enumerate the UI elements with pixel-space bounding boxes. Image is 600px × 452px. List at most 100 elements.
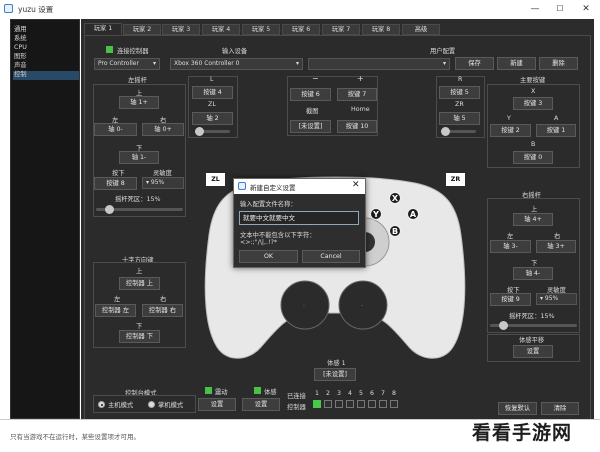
close-button[interactable]: ✕	[575, 2, 597, 16]
x-button-binding[interactable]: 按键 3	[513, 97, 553, 110]
sidebar-item-graphics[interactable]: 图形	[13, 53, 79, 62]
slot-number-2: 2	[326, 390, 331, 397]
motion1-binding-button[interactable]: [未设置]	[314, 368, 356, 381]
tab-player-6[interactable]: 玩家 6	[282, 24, 320, 35]
dpad-left-button[interactable]: 控制器 左	[95, 304, 136, 317]
docked-mode-radio[interactable]	[98, 401, 105, 408]
dialog-cancel-button[interactable]: Cancel	[302, 250, 360, 263]
sidebar-item-system[interactable]: 系统	[13, 35, 79, 44]
right-stick-right-button[interactable]: 轴 3+	[536, 240, 576, 253]
sidebar-item-controls[interactable]: 控制	[13, 71, 79, 80]
right-stick-up-button[interactable]: 轴 4+	[513, 213, 553, 226]
right-stick-down-button[interactable]: 轴 4-	[513, 267, 553, 280]
left-stick-right-button[interactable]: 轴 0+	[142, 123, 184, 136]
user-profile-select[interactable]: ▾	[308, 58, 450, 70]
home-button-binding[interactable]: 按键 10	[337, 120, 377, 133]
r-button-binding[interactable]: 按键 5	[439, 86, 480, 99]
x-graphic-button[interactable]: X	[389, 192, 401, 204]
zr-threshold-slider[interactable]	[441, 127, 476, 136]
motion-checkbox[interactable]	[254, 387, 261, 394]
dpad-right-label: 右	[160, 296, 167, 303]
home-label: Home	[351, 106, 370, 113]
left-stick-up-button[interactable]: 轴 1+	[119, 96, 159, 109]
motion-settings-bottom-button[interactable]: 设置	[242, 398, 280, 411]
b-graphic-button[interactable]: B	[389, 225, 401, 237]
tab-player-4[interactable]: 玩家 4	[202, 24, 240, 35]
zr-button-binding[interactable]: 轴 5	[439, 112, 480, 125]
player-slot-2[interactable]	[324, 400, 332, 408]
docked-mode-label: 主机模式	[108, 402, 134, 409]
player-slot-3[interactable]	[335, 400, 343, 408]
slider-knob[interactable]	[441, 127, 450, 136]
tab-player-8[interactable]: 玩家 8	[362, 24, 400, 35]
slider-knob[interactable]	[105, 205, 114, 214]
capture-button-binding[interactable]: [未设置]	[290, 120, 331, 133]
player-slot-7[interactable]	[379, 400, 387, 408]
player-slot-6[interactable]	[368, 400, 376, 408]
right-stick-right-label: 右	[554, 233, 561, 240]
dpad-right-button[interactable]: 控制器 右	[142, 304, 183, 317]
vibration-settings-button[interactable]: 设置	[198, 398, 236, 411]
dialog-ok-button[interactable]: OK	[239, 250, 298, 263]
right-stick-down-label: 下	[531, 260, 538, 267]
left-stick-press-button[interactable]: 按键 8	[94, 177, 137, 190]
slider-knob[interactable]	[195, 127, 204, 136]
b-button-binding[interactable]: 按键 0	[513, 151, 553, 164]
right-stick-left-button[interactable]: 轴 3-	[490, 240, 531, 253]
tab-player-3[interactable]: 玩家 3	[162, 24, 200, 35]
right-stick-press-button[interactable]: 按键 9	[490, 293, 531, 306]
right-stick-sensitivity-select[interactable]: ▾ 95%	[536, 293, 577, 305]
minus-button-binding[interactable]: 按键 6	[290, 88, 331, 101]
new-profile-button[interactable]: 新建	[497, 57, 536, 70]
tab-player-2[interactable]: 玩家 2	[123, 24, 161, 35]
motion-settings-button[interactable]: 设置	[513, 345, 553, 358]
connect-controller-checkbox[interactable]	[106, 46, 113, 53]
player-slot-8[interactable]	[390, 400, 398, 408]
dpad-down-button[interactable]: 控制器 下	[119, 330, 160, 343]
left-stick-sensitivity-select[interactable]: ▾ 95%	[142, 177, 184, 189]
clear-button[interactable]: 清除	[541, 402, 579, 415]
handheld-mode-radio[interactable]	[148, 401, 155, 408]
right-stick-sensitivity-value: 95%	[544, 295, 559, 302]
tab-advanced[interactable]: 高级	[402, 24, 440, 35]
vibration-checkbox[interactable]	[205, 387, 212, 394]
sidebar-item-audio[interactable]: 声音	[13, 62, 79, 71]
player-slot-1[interactable]	[313, 400, 321, 408]
zr-graphic-button[interactable]: ZR	[446, 173, 465, 186]
settings-sidebar: 通用 系统 CPU 图形 声音 控制	[10, 19, 80, 419]
zl-graphic-button[interactable]: ZL	[206, 173, 225, 186]
save-profile-button[interactable]: 保存	[455, 57, 494, 70]
player-slot-5[interactable]	[357, 400, 365, 408]
left-stick-deadzone-label: 摇杆死区：15%	[115, 196, 161, 203]
tab-player-7[interactable]: 玩家 7	[322, 24, 360, 35]
dpad-up-button[interactable]: 控制器 上	[119, 277, 160, 290]
l-button-binding[interactable]: 按键 4	[192, 86, 233, 99]
sidebar-item-general[interactable]: 通用	[13, 26, 79, 35]
zl-button-binding[interactable]: 轴 2	[192, 112, 233, 125]
tab-player-5[interactable]: 玩家 5	[242, 24, 280, 35]
profile-name-input[interactable]: 就要中文就要中文	[239, 211, 359, 225]
minimize-button[interactable]: —	[524, 2, 546, 16]
left-stick-down-button[interactable]: 轴 1-	[119, 151, 159, 164]
input-device-select[interactable]: Xbox 360 Controller 0 ▾	[170, 58, 303, 70]
tab-player-1[interactable]: 玩家 1	[84, 23, 122, 35]
maximize-button[interactable]: ☐	[549, 2, 571, 16]
delete-profile-button[interactable]: 删除	[539, 57, 578, 70]
left-stick-sensitivity-value: 95%	[150, 179, 165, 186]
y-graphic-button[interactable]: Y	[370, 208, 382, 220]
y-button-binding[interactable]: 按键 2	[490, 124, 531, 137]
sidebar-item-cpu[interactable]: CPU	[13, 44, 79, 53]
new-profile-dialog: 新建自定义设置 ✕ 输入配置文件名称： 就要中文就要中文 文本中不能包含以下字符…	[233, 178, 366, 268]
slider-knob[interactable]	[499, 321, 508, 330]
restore-defaults-button[interactable]: 恢复默认	[498, 402, 537, 415]
player-slot-4[interactable]	[346, 400, 354, 408]
right-stick-deadzone-slider[interactable]	[490, 321, 577, 330]
zl-threshold-slider[interactable]	[195, 127, 230, 136]
a-button-binding[interactable]: 按键 1	[536, 124, 576, 137]
dialog-close-icon[interactable]: ✕	[352, 180, 360, 190]
a-graphic-button[interactable]: A	[407, 208, 419, 220]
left-stick-left-button[interactable]: 轴 0-	[94, 123, 137, 136]
plus-button-binding[interactable]: 按键 7	[337, 88, 377, 101]
controller-type-select[interactable]: Pro Controller ▾	[94, 58, 160, 70]
left-stick-deadzone-slider[interactable]	[96, 205, 183, 214]
